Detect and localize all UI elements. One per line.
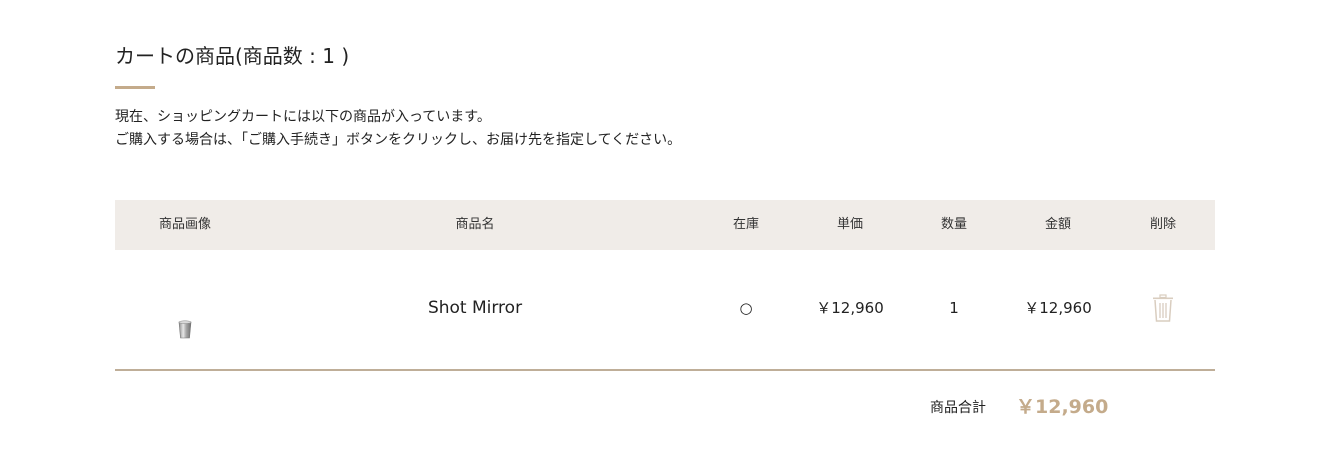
subtotal-label: 商品合計 [930,400,986,416]
trash-icon[interactable] [1152,294,1174,322]
page-title: カートの商品(商品数 : 1 ) [115,44,350,68]
cart-page: カートの商品(商品数 : 1 ) 現在、ショッピングカートには以下の商品が入って… [0,0,1320,450]
title-underline [115,86,155,89]
description-line-2: ご購入する場合は、「ご購入手続き」ボタンをクリックし、お届け先を指定してください… [115,132,682,148]
header-name: 商品名 [455,217,495,232]
product-name[interactable]: Shot Mirror [375,250,575,366]
header-stock: 在庫 [732,217,759,232]
header-unit-price: 単価 [836,217,863,232]
header-quantity: 数量 [940,217,967,232]
unit-price: ￥12,960 [816,299,884,317]
table-row: Shot Mirror ○ ￥12,960 1 ￥12,960 [115,250,1215,369]
quantity: 1 [949,299,959,317]
table-header: 商品画像 商品名 在庫 単価 数量 金額 削除 [115,200,1215,250]
amount: ￥12,960 [1024,299,1092,317]
subtotal-value: ￥12,960 [1016,396,1109,418]
row-divider [115,369,1215,371]
cup-icon[interactable] [177,320,193,340]
cart-description: 現在、ショッピングカートには以下の商品が入っています。 ご購入する場合は、「ご購… [115,106,681,152]
header-image: 商品画像 [158,217,211,232]
description-line-1: 現在、ショッピングカートには以下の商品が入っています。 [115,109,491,125]
stock-status: ○ [739,299,753,317]
header-delete: 削除 [1149,217,1176,232]
header-amount: 金額 [1044,217,1071,232]
